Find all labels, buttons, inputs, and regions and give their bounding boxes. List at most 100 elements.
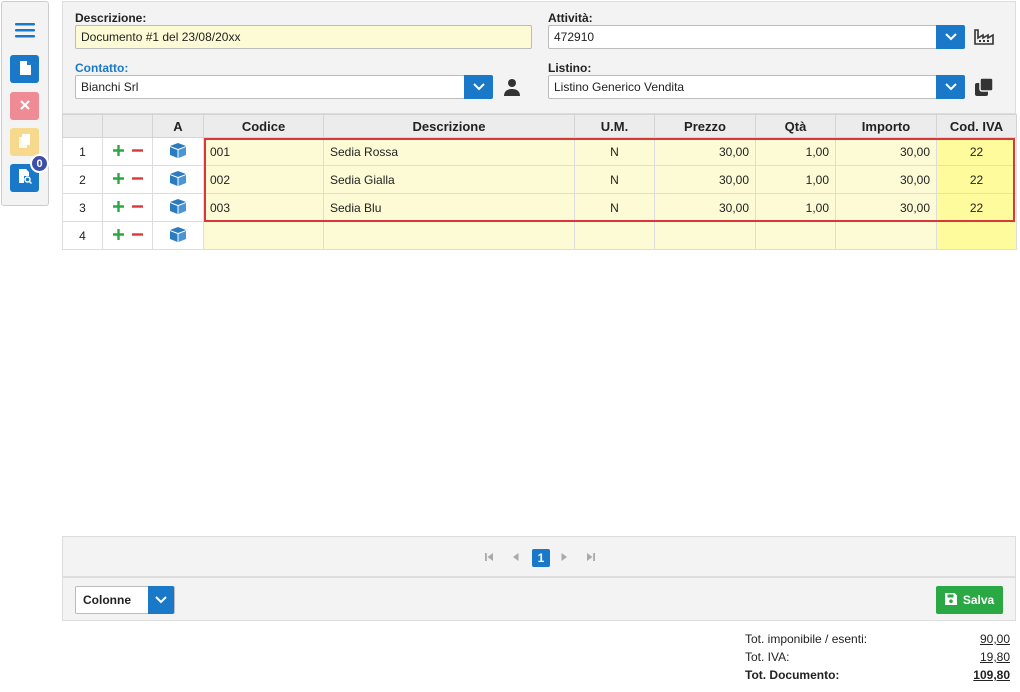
- col-header-prezzo[interactable]: Prezzo: [654, 114, 756, 138]
- chevron-down-icon: [472, 80, 485, 94]
- table-row[interactable]: 2 002 Sedia Gialla N 30,00 1,00 30,00 22: [62, 165, 1017, 194]
- footer-toolbar: Colonne Salva: [62, 577, 1016, 621]
- copy-button[interactable]: [10, 128, 39, 156]
- descrizione-field[interactable]: Documento #1 del 23/08/20xx: [75, 25, 532, 49]
- row-um[interactable]: N: [574, 165, 655, 194]
- factory-icon[interactable]: [973, 26, 995, 48]
- row-codice[interactable]: [203, 221, 324, 250]
- row-cod-iva[interactable]: 22: [936, 165, 1017, 194]
- listino-label: Listino:: [548, 61, 592, 75]
- page-current[interactable]: 1: [532, 549, 550, 567]
- row-article[interactable]: [152, 165, 204, 194]
- row-qta[interactable]: 1,00: [755, 165, 836, 194]
- col-header-um[interactable]: U.M.: [574, 114, 655, 138]
- box-icon[interactable]: [168, 170, 188, 189]
- columns-dropdown-button[interactable]: [148, 586, 174, 614]
- table-row[interactable]: 4: [62, 221, 1017, 250]
- contatto-label: Contatto:: [75, 61, 129, 75]
- col-header-qta[interactable]: Qtà: [755, 114, 836, 138]
- plus-icon[interactable]: [112, 172, 124, 187]
- row-importo[interactable]: 30,00: [835, 165, 937, 194]
- row-qta[interactable]: 1,00: [755, 137, 836, 166]
- row-um[interactable]: N: [574, 193, 655, 222]
- user-icon[interactable]: [501, 76, 523, 98]
- document-rows-table: A Codice Descrizione U.M. Prezzo Qtà Imp…: [62, 114, 1017, 250]
- row-actions: [102, 137, 153, 166]
- row-prezzo[interactable]: [654, 221, 756, 250]
- minus-icon[interactable]: [131, 201, 143, 215]
- document-search-icon: [18, 169, 32, 187]
- box-icon[interactable]: [168, 142, 188, 161]
- minus-icon[interactable]: [131, 145, 143, 159]
- attivita-label: Attività:: [548, 11, 593, 25]
- row-prezzo[interactable]: 30,00: [654, 165, 756, 194]
- col-header-a[interactable]: A: [152, 114, 204, 138]
- menu-button[interactable]: [10, 17, 39, 45]
- contatto-dropdown-button[interactable]: [464, 75, 493, 99]
- row-article[interactable]: [152, 193, 204, 222]
- prev-page-icon[interactable]: [508, 549, 524, 565]
- clone-icon[interactable]: [973, 76, 995, 98]
- col-header-actions: [102, 114, 153, 138]
- col-header-codice[interactable]: Codice: [203, 114, 324, 138]
- listino-dropdown-button[interactable]: [936, 75, 965, 99]
- notification-badge: 0: [30, 154, 49, 173]
- save-button[interactable]: Salva: [936, 586, 1003, 614]
- col-header-cod-iva[interactable]: Cod. IVA: [936, 114, 1017, 138]
- imponibile-value[interactable]: 90,00: [980, 632, 1010, 646]
- row-cod-iva[interactable]: 22: [936, 193, 1017, 222]
- chevron-down-icon: [944, 80, 957, 94]
- row-importo[interactable]: 30,00: [835, 193, 937, 222]
- save-label: Salva: [962, 593, 995, 607]
- row-um[interactable]: [574, 221, 655, 250]
- row-descrizione[interactable]: [323, 221, 575, 250]
- row-codice[interactable]: 003: [203, 193, 324, 222]
- chevron-down-icon: [944, 30, 957, 44]
- col-header-importo[interactable]: Importo: [835, 114, 937, 138]
- row-qta[interactable]: 1,00: [755, 193, 836, 222]
- delete-button[interactable]: [10, 92, 39, 120]
- row-actions: [102, 221, 153, 250]
- row-number: 4: [62, 221, 103, 250]
- next-page-icon[interactable]: [556, 549, 572, 565]
- contatto-field[interactable]: Bianchi Srl: [75, 75, 465, 99]
- row-descrizione[interactable]: Sedia Gialla: [323, 165, 575, 194]
- row-descrizione[interactable]: Sedia Rossa: [323, 137, 575, 166]
- row-prezzo[interactable]: 30,00: [654, 137, 756, 166]
- documento-value[interactable]: 109,80: [973, 668, 1010, 682]
- box-icon[interactable]: [168, 198, 188, 217]
- row-importo[interactable]: 30,00: [835, 137, 937, 166]
- row-codice[interactable]: 001: [203, 137, 324, 166]
- listino-field[interactable]: Listino Generico Vendita: [548, 75, 938, 99]
- table-row[interactable]: 3 003 Sedia Blu N 30,00 1,00 30,00 22: [62, 193, 1017, 222]
- copy-icon: [18, 133, 31, 151]
- attivita-field[interactable]: 472910: [548, 25, 938, 49]
- attivita-dropdown-button[interactable]: [936, 25, 965, 49]
- row-cod-iva[interactable]: [936, 221, 1017, 250]
- minus-icon[interactable]: [131, 229, 143, 243]
- row-prezzo[interactable]: 30,00: [654, 193, 756, 222]
- minus-icon[interactable]: [131, 173, 143, 187]
- new-document-button[interactable]: [10, 55, 39, 83]
- row-codice[interactable]: 002: [203, 165, 324, 194]
- row-article[interactable]: [152, 137, 204, 166]
- plus-icon[interactable]: [112, 144, 124, 159]
- plus-icon[interactable]: [112, 228, 124, 243]
- documento-label: Tot. Documento:: [745, 668, 840, 682]
- box-icon[interactable]: [168, 226, 188, 245]
- row-importo[interactable]: [835, 221, 937, 250]
- row-descrizione[interactable]: Sedia Blu: [323, 193, 575, 222]
- row-article[interactable]: [152, 221, 204, 250]
- row-cod-iva[interactable]: 22: [936, 137, 1017, 166]
- plus-icon[interactable]: [112, 200, 124, 215]
- col-header-descrizione[interactable]: Descrizione: [323, 114, 575, 138]
- row-um[interactable]: N: [574, 137, 655, 166]
- row-qta[interactable]: [755, 221, 836, 250]
- table-row[interactable]: 1 001 Sedia Rossa N 30,00 1,00 30,00 22: [62, 137, 1017, 166]
- iva-value[interactable]: 19,80: [980, 650, 1010, 664]
- row-number: 1: [62, 137, 103, 166]
- last-page-icon[interactable]: [583, 549, 599, 565]
- columns-select[interactable]: Colonne: [75, 586, 175, 614]
- first-page-icon[interactable]: [481, 549, 497, 565]
- columns-select-label: Colonne: [83, 593, 131, 607]
